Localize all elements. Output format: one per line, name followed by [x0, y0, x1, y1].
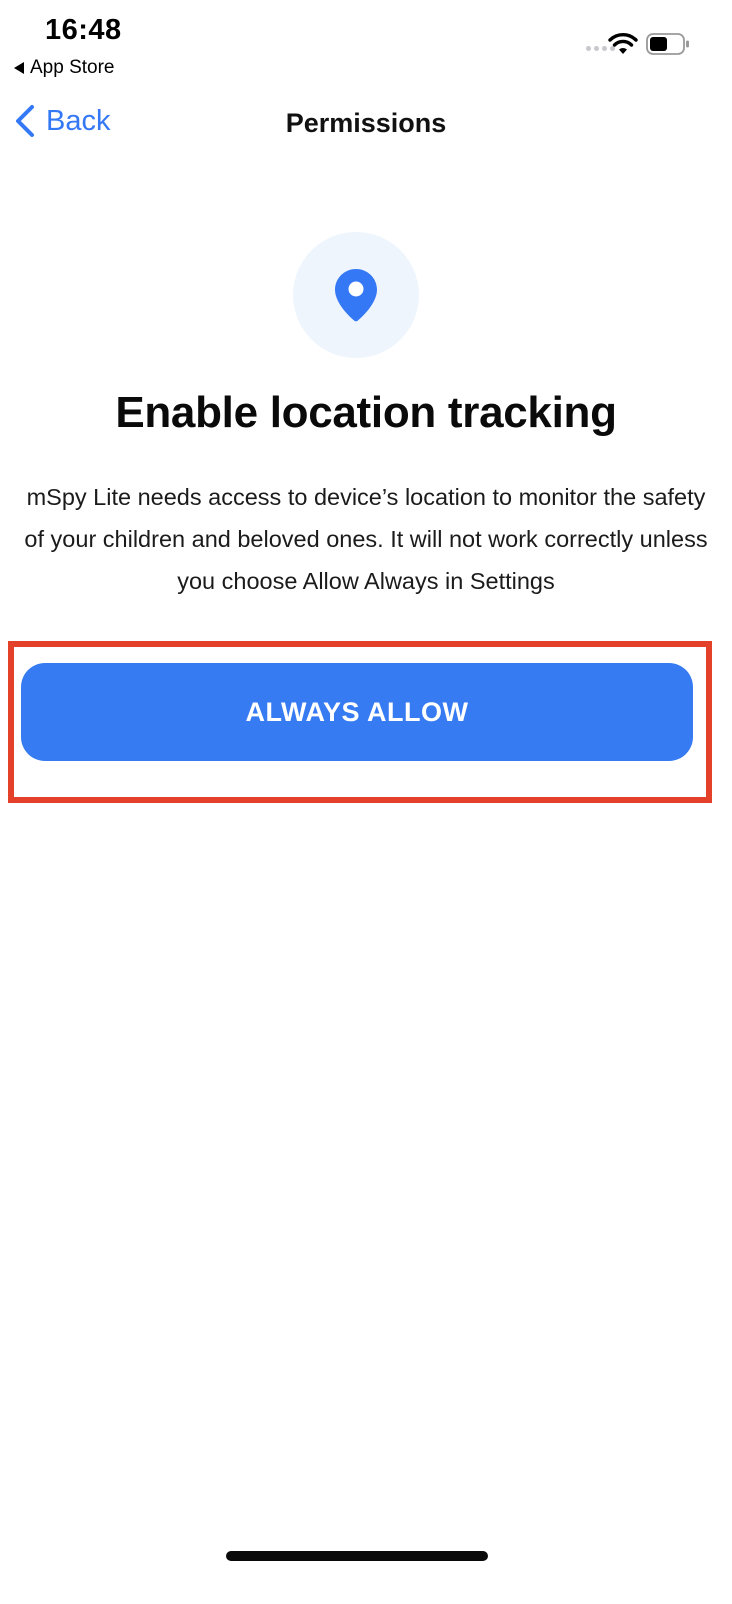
status-time: 16:48 [45, 14, 122, 46]
wifi-icon [608, 33, 638, 54]
navigation-bar: Back Permissions [0, 90, 732, 160]
home-indicator[interactable] [226, 1551, 488, 1561]
back-to-app-label: App Store [30, 57, 115, 78]
page-title: Permissions [285, 108, 447, 138]
location-pin-icon [335, 269, 377, 322]
back-triangle-icon [14, 62, 24, 74]
back-to-app-store[interactable]: App Store [14, 57, 115, 79]
heading: Enable location tracking [115, 388, 617, 437]
location-icon-container [293, 232, 419, 358]
battery-icon [646, 33, 689, 55]
status-bar: 16:48 App Store [0, 0, 732, 90]
always-allow-button[interactable]: ALWAYS ALLOW [21, 663, 693, 761]
description-text: mSpy Lite needs access to device’s locat… [24, 484, 708, 594]
